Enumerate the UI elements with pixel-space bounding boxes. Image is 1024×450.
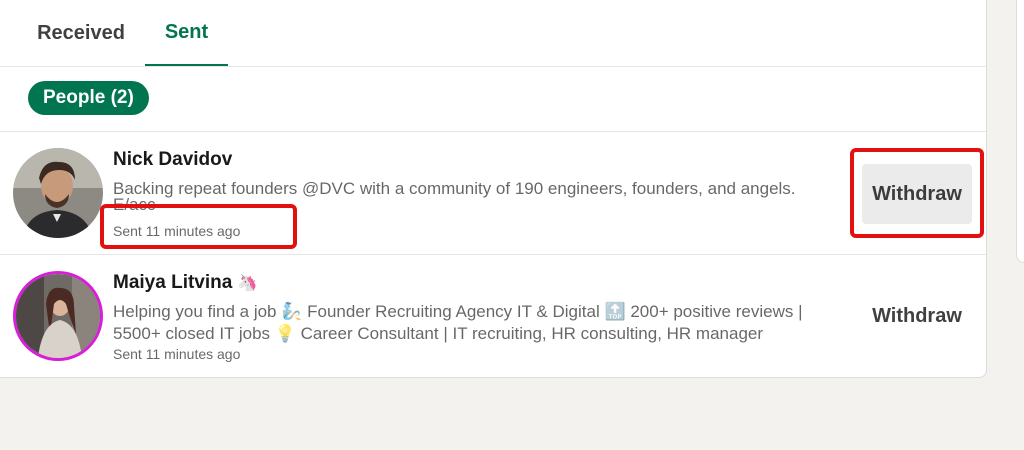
- tab-sent[interactable]: Sent: [145, 0, 228, 66]
- avatar-photo: [16, 274, 100, 358]
- tab-bar: Received Sent: [0, 0, 986, 67]
- person-headline: Backing repeat founders @DVC with a comm…: [113, 178, 853, 216]
- headline-line: 5500+ closed IT jobs 💡 Career Consultant…: [113, 324, 764, 343]
- unicorn-icon: 🦄: [237, 275, 258, 292]
- withdraw-button[interactable]: Withdraw: [862, 164, 972, 224]
- filter-row: People (2): [0, 67, 986, 132]
- tab-received[interactable]: Received: [24, 0, 138, 66]
- headline-line: Backing repeat founders @DVC with a comm…: [113, 179, 796, 198]
- avatar[interactable]: [13, 271, 103, 361]
- sent-time: Sent 11 minutes ago: [113, 346, 241, 362]
- people-filter-pill[interactable]: People (2): [28, 81, 149, 115]
- sent-time: Sent 11 minutes ago: [113, 223, 241, 239]
- withdraw-button[interactable]: Withdraw: [862, 286, 972, 346]
- person-headline: Helping you find a job 🧞 Founder Recruit…: [113, 301, 853, 345]
- avatar[interactable]: [13, 148, 103, 238]
- invitations-card: Received Sent People (2) Nick Davidov Ba…: [0, 0, 987, 378]
- person-name-text: Maiya Litvina: [113, 272, 233, 293]
- avatar-photo: [13, 148, 103, 238]
- side-panel: [1016, 0, 1024, 263]
- person-name[interactable]: Nick Davidov: [113, 149, 232, 171]
- person-name[interactable]: Maiya Litvina 🦄: [113, 272, 258, 294]
- invitation-row: Maiya Litvina 🦄 Helping you find a job 🧞…: [0, 255, 986, 377]
- headline-line: Helping you find a job 🧞 Founder Recruit…: [113, 302, 803, 321]
- invitation-row: Nick Davidov Backing repeat founders @DV…: [0, 132, 986, 255]
